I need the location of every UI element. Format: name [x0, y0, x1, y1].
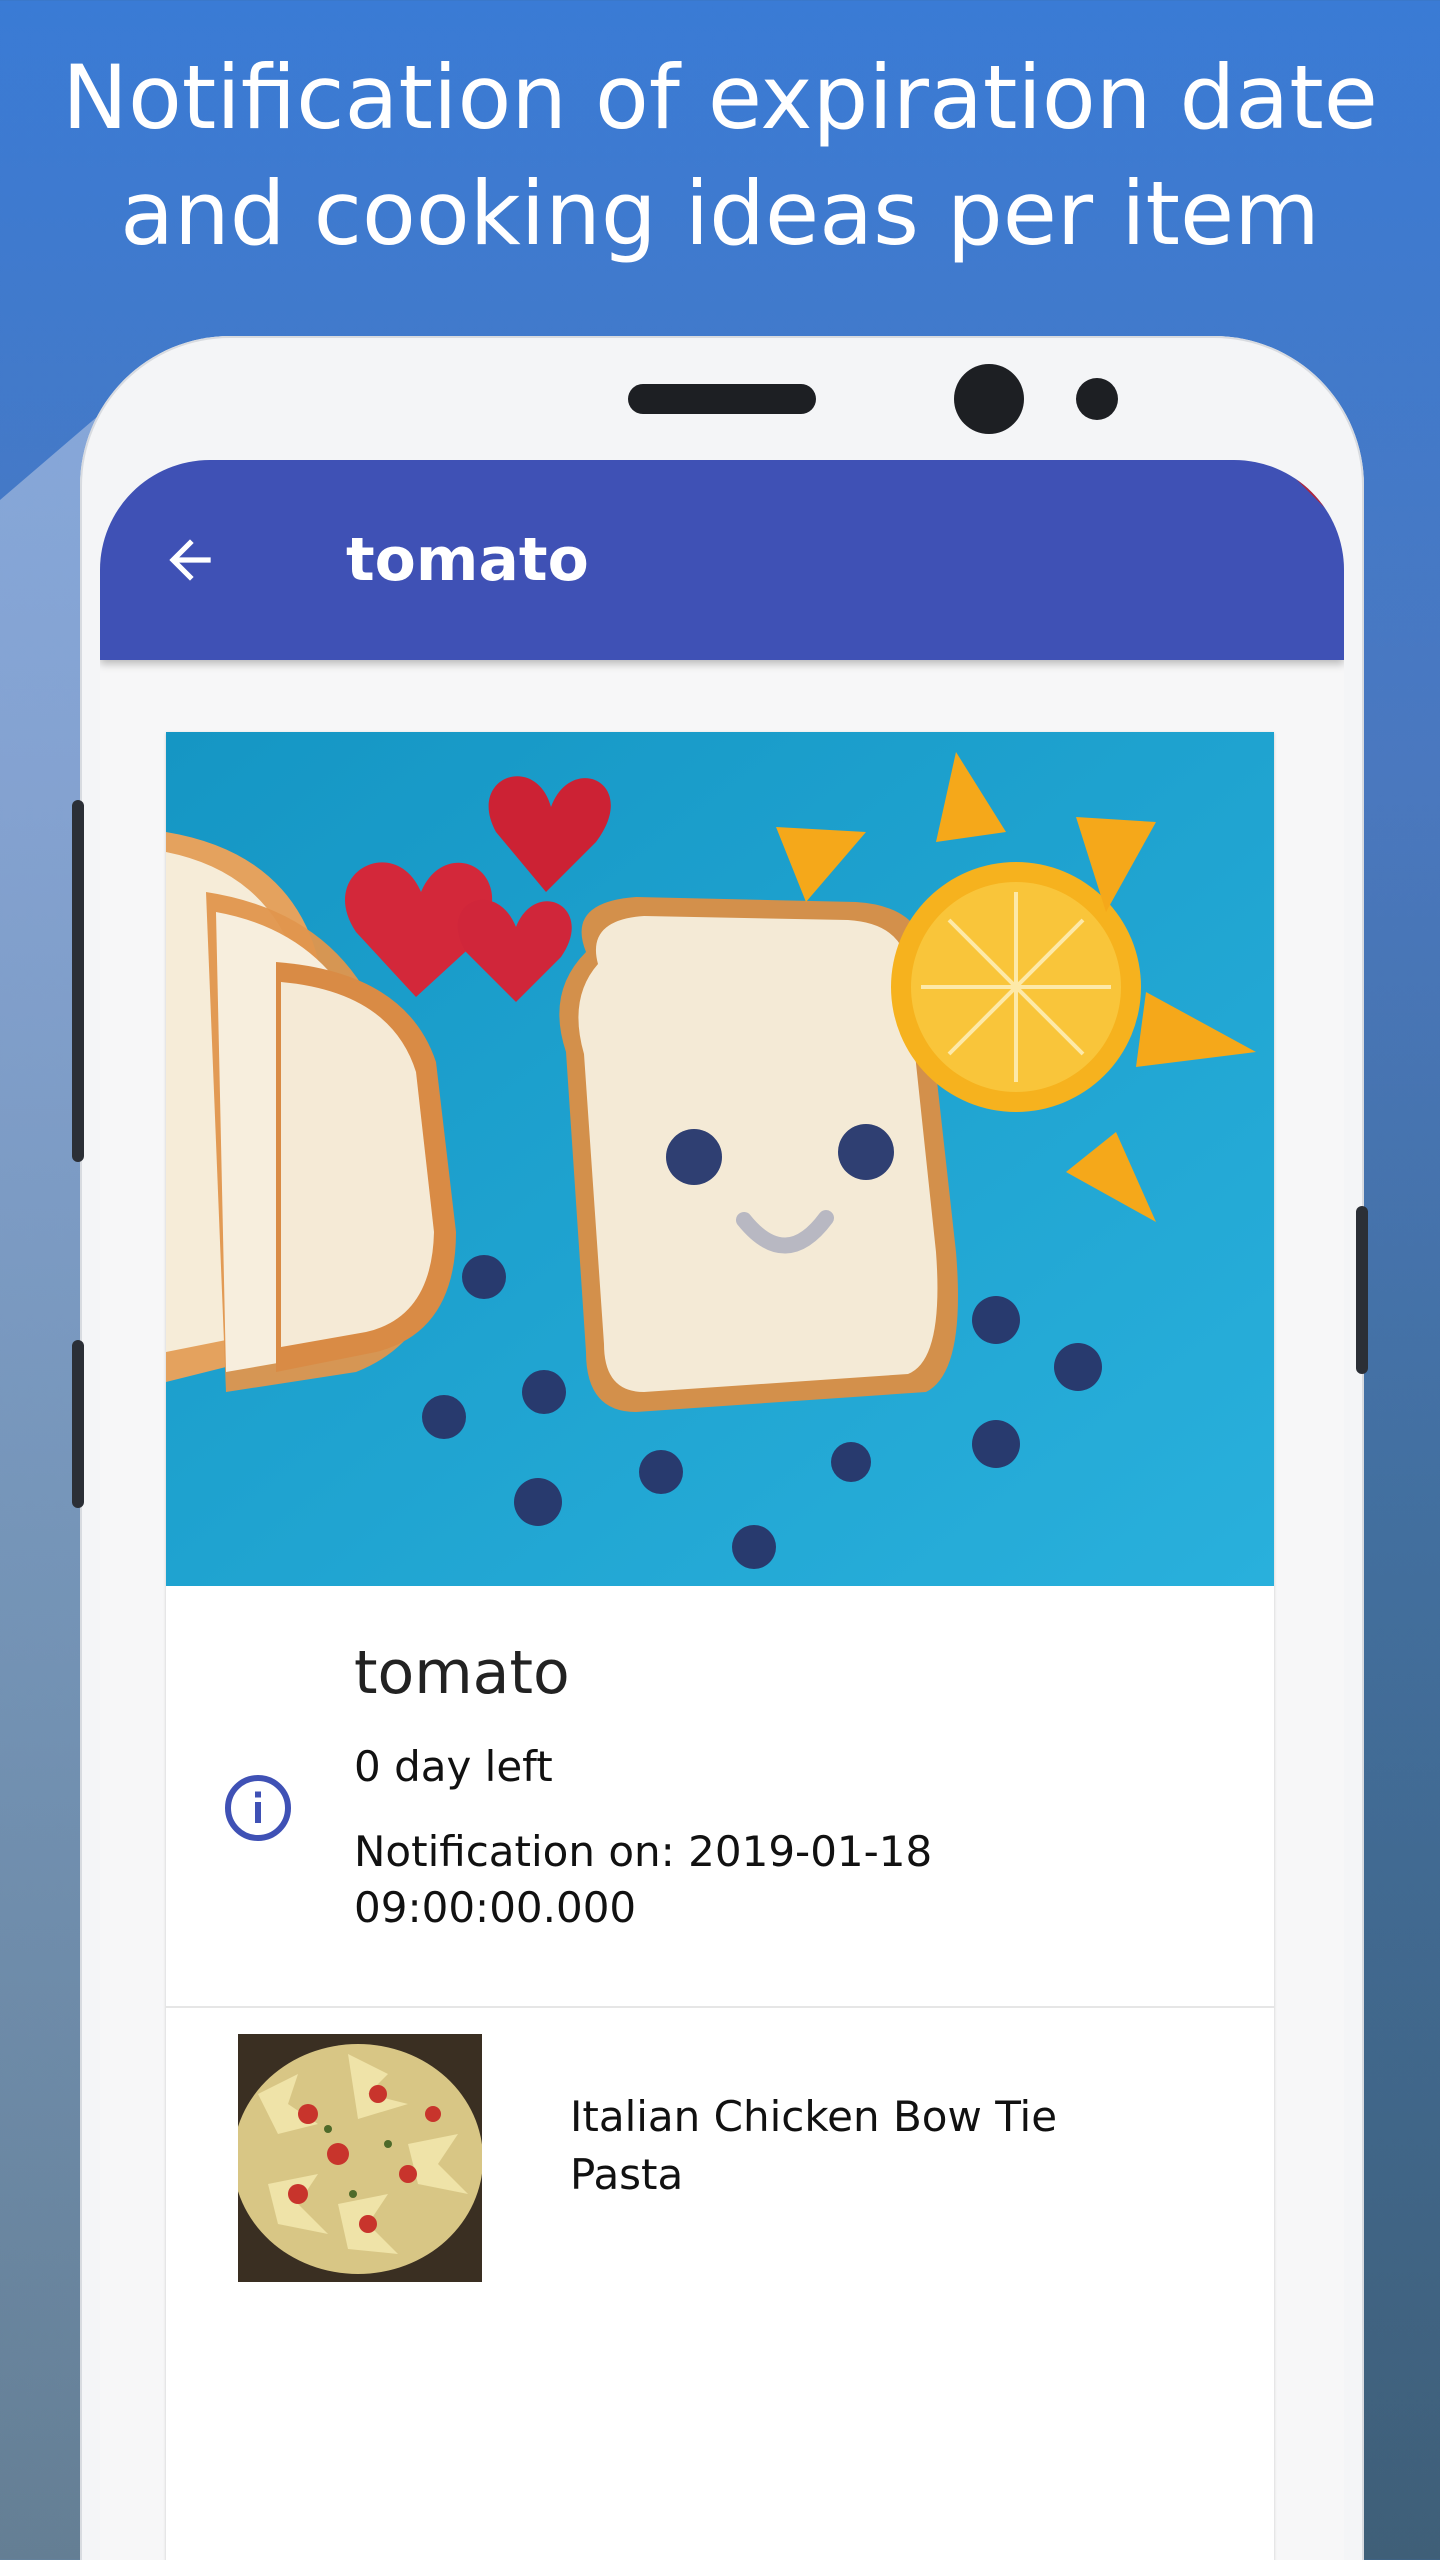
notification-date-line-1: Notification on: 2019-01-18	[354, 1827, 933, 1876]
promo-headline-line-2: and cooking ideas per item	[120, 162, 1320, 265]
notification-date-line-2: 09:00:00.000	[354, 1883, 637, 1932]
bread-face-breakfast-photo	[166, 732, 1274, 1586]
recipe-thumbnail	[238, 2034, 482, 2282]
page-title: tomato	[346, 525, 589, 595]
hero-image	[166, 732, 1274, 1586]
promo-headline: Notification of expiration date and cook…	[0, 40, 1440, 272]
app-bar: tomato	[100, 460, 1344, 660]
phone-speaker	[628, 384, 816, 414]
recipe-title: Italian Chicken Bow Tie Pasta	[570, 2092, 1058, 2199]
debug-banner	[1277, 460, 1344, 537]
back-button[interactable]	[150, 520, 230, 600]
phone-sensor	[1076, 378, 1118, 420]
item-name: tomato	[354, 1638, 570, 1708]
days-left-text: 0 day left	[354, 1742, 553, 1791]
bow-tie-pasta-photo	[238, 2034, 482, 2282]
notification-date: Notification on: 2019-01-18 09:00:00.000	[354, 1824, 1114, 1936]
arrow-left-icon	[169, 539, 211, 581]
phone-side-button	[72, 1340, 84, 1508]
recipe-list-item[interactable]: Italian Chicken Bow Tie Pasta	[166, 2008, 1274, 2308]
phone-volume-button	[72, 800, 84, 1162]
item-card: tomato 0 day left Notification on: 2019-…	[166, 732, 1274, 2560]
app-screen: tomato tomato 0 day left Notification on…	[100, 460, 1344, 2560]
phone-front-camera	[954, 364, 1024, 434]
promo-headline-line-1: Notification of expiration date	[62, 46, 1378, 149]
info-circle-icon	[225, 1775, 291, 1841]
phone-power-button	[1356, 1206, 1368, 1374]
item-info-row: tomato 0 day left Notification on: 2019-…	[166, 1586, 1274, 2008]
